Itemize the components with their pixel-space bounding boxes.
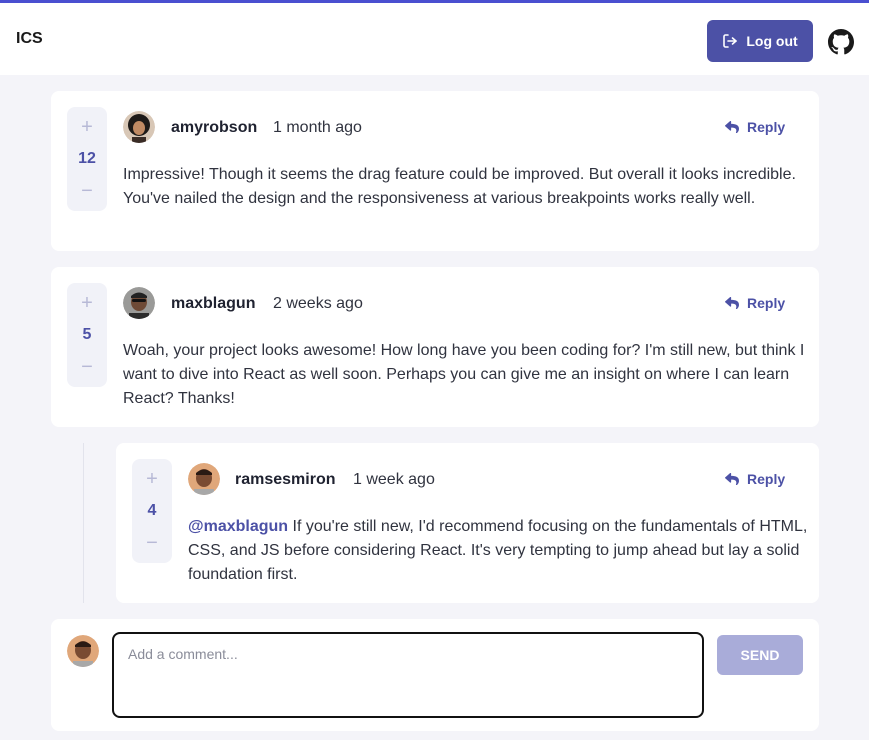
comment-content: Impressive! Though it seems the drag fea… [123, 166, 796, 207]
avatar [123, 111, 155, 143]
reply-icon [725, 473, 739, 485]
comment-username[interactable]: maxblagun [171, 295, 255, 313]
comment-timestamp: 1 week ago [353, 471, 435, 488]
downvote-button[interactable]: − [81, 357, 93, 377]
vote-control: + 4 − [132, 459, 172, 563]
mention-link[interactable]: @maxblagun [188, 518, 288, 535]
upvote-button[interactable]: + [81, 117, 93, 137]
vote-score: 4 [147, 502, 157, 519]
comment-username[interactable]: ramsesmiron [235, 471, 336, 489]
reply-label: Reply [747, 295, 786, 311]
reply-icon [725, 121, 739, 133]
avatar [188, 463, 220, 495]
comment-content: @maxblagun If you're still new, I'd reco… [188, 515, 808, 587]
compose-card: SEND [51, 619, 819, 731]
comment-username[interactable]: amyrobson [171, 119, 257, 137]
top-bar: ICS Log out [0, 0, 869, 75]
upvote-button[interactable]: + [146, 469, 158, 489]
upvote-button[interactable]: + [81, 293, 93, 313]
vote-control: + 5 − [67, 283, 107, 387]
logout-icon [723, 34, 738, 48]
downvote-button[interactable]: − [146, 533, 158, 553]
logout-button[interactable]: Log out [707, 20, 813, 62]
vote-score: 12 [78, 150, 96, 167]
reply-button[interactable]: Reply [725, 295, 785, 311]
reply-icon [725, 297, 739, 309]
github-icon[interactable] [828, 29, 854, 55]
logout-label: Log out [746, 33, 798, 49]
comment-card: + 5 − maxblagun 2 weeks ago Reply Woah, … [51, 267, 819, 427]
send-button[interactable]: SEND [717, 635, 803, 675]
reply-card: + 4 − ramsesmiron 1 week ago Reply @maxb… [116, 443, 819, 603]
avatar [123, 287, 155, 319]
comment-input[interactable] [112, 632, 704, 718]
vote-score: 5 [82, 326, 92, 343]
comment-content: Woah, your project looks awesome! How lo… [123, 342, 805, 407]
reply-button[interactable]: Reply [725, 119, 785, 135]
current-user-avatar [67, 635, 99, 667]
reply-button[interactable]: Reply [725, 471, 785, 487]
comment-card: + 12 − amyrobson 1 month ago Reply Impre… [51, 91, 819, 251]
comment-timestamp: 2 weeks ago [273, 295, 363, 312]
vote-control: + 12 − [67, 107, 107, 211]
reply-label: Reply [747, 119, 786, 135]
downvote-button[interactable]: − [81, 181, 93, 201]
reply-label: Reply [747, 471, 786, 487]
thread-line [83, 443, 84, 603]
comment-timestamp: 1 month ago [273, 119, 362, 136]
brand-title: ICS [16, 30, 43, 47]
